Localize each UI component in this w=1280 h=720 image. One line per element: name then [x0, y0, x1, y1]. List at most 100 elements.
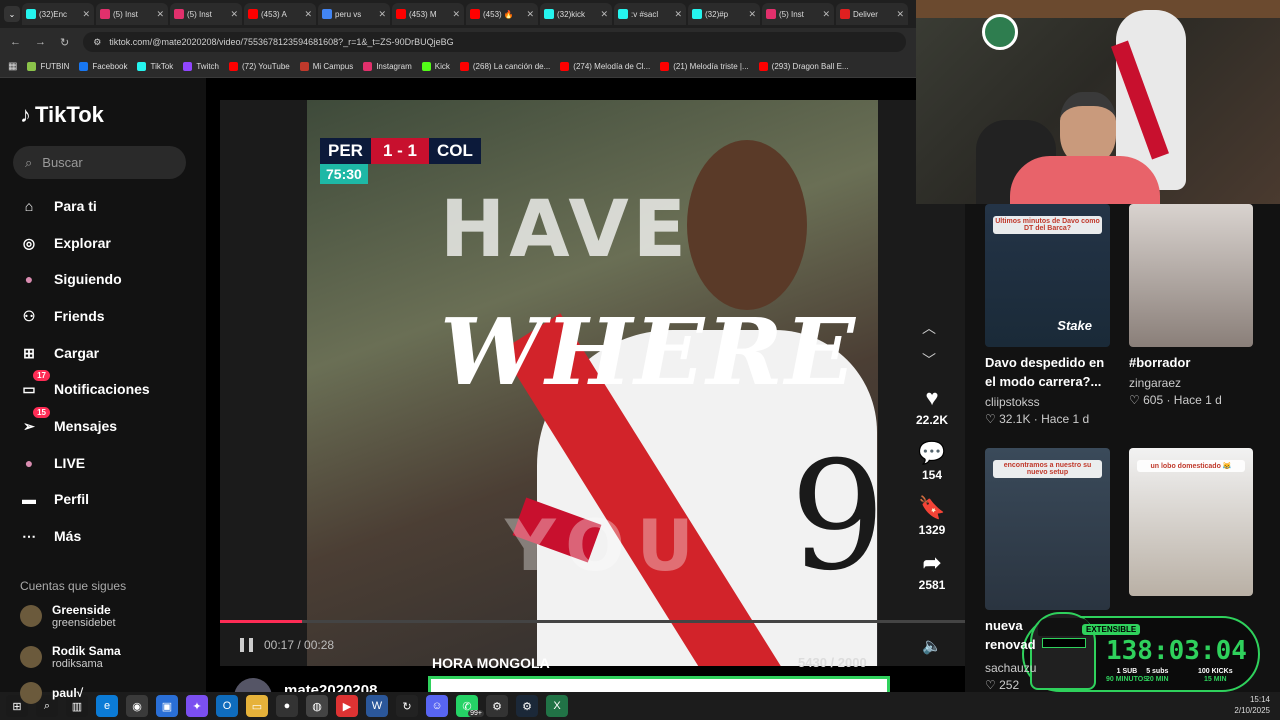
browser-tab[interactable]: peru vs ✕: [318, 3, 390, 25]
whatsapp-icon[interactable]: ✆ 99+: [456, 695, 484, 717]
rate-bottom: 15 MIN: [1204, 676, 1227, 683]
video-progress-bar[interactable]: [220, 620, 965, 623]
search-input[interactable]: ⌕ Buscar: [13, 146, 186, 179]
sidebar-item-live[interactable]: ● LIVE: [18, 452, 85, 474]
card-user[interactable]: zingaraez: [1129, 376, 1181, 390]
sidebar-item-label: Explorar: [54, 235, 111, 251]
browser-tab[interactable]: (32)kick ✕: [540, 3, 612, 25]
browser-tab[interactable]: Deliver ✕: [836, 3, 908, 25]
bookmark-item[interactable]: (72) YouTube: [228, 62, 290, 71]
close-tab-icon[interactable]: ✕: [82, 9, 90, 20]
sidebar-item-explorar[interactable]: ◎ Explorar: [18, 232, 111, 254]
bookmark-item[interactable]: (293) Dragon Ball E...: [758, 62, 849, 71]
close-tab-icon[interactable]: ✕: [230, 9, 238, 20]
app-icon[interactable]: ☺: [426, 695, 448, 717]
video-word-1: HAVE: [440, 185, 690, 275]
action-share[interactable]: ➦ 2581: [908, 550, 956, 592]
copilot-icon[interactable]: ✦: [186, 695, 208, 717]
app-icon[interactable]: ●: [276, 695, 298, 717]
bookmark-item[interactable]: Kick: [421, 62, 450, 71]
app-icon[interactable]: ⚙: [486, 695, 508, 717]
card-title[interactable]: #borrador: [1129, 353, 1259, 372]
bookmark-label: Mi Campus: [312, 62, 354, 71]
volume-icon[interactable]: 🔈: [922, 636, 942, 656]
close-tab-icon[interactable]: ✕: [822, 9, 830, 20]
browser-tab[interactable]: (5) Inst ✕: [170, 3, 242, 25]
excel-icon[interactable]: X: [546, 695, 568, 717]
browser-tab[interactable]: (32)#p ✕: [688, 3, 760, 25]
chevron-up-icon[interactable]: ︿: [922, 318, 936, 338]
url-field[interactable]: ⚙ tiktok.com/@mate2020208/video/75536781…: [83, 32, 906, 52]
card-title[interactable]: Davo despedido en el modo carrera?...: [985, 353, 1115, 391]
browser-tab[interactable]: (5) Inst ✕: [96, 3, 168, 25]
sidebar-item-ms[interactable]: ⋯ Más: [18, 525, 81, 547]
edge-icon[interactable]: e: [96, 695, 118, 717]
video-thumbnail[interactable]: Ultimos minutos de Davo como DT del Barc…: [985, 204, 1110, 347]
video-thumbnail[interactable]: un lobo domesticado 😹: [1129, 448, 1253, 596]
video-thumbnail[interactable]: [1129, 204, 1253, 347]
sidebar-item-cargar[interactable]: ⊞ Cargar: [18, 342, 99, 364]
following-account[interactable]: paul√: [20, 682, 83, 704]
reload-icon[interactable]: ↻: [60, 36, 69, 49]
pause-icon[interactable]: [238, 637, 256, 653]
bookmark-item[interactable]: Instagram: [363, 62, 412, 71]
card-user[interactable]: sachauzu: [985, 661, 1036, 675]
tab-menu-icon[interactable]: ⌄: [4, 6, 20, 22]
sidebar-item-perfil[interactable]: ▬ Perfil: [18, 488, 89, 510]
close-tab-icon[interactable]: ✕: [896, 9, 904, 20]
chevron-down-icon[interactable]: ﹀: [922, 350, 936, 370]
card-user[interactable]: cliipstokss: [985, 395, 1040, 409]
back-icon[interactable]: ←: [10, 36, 21, 48]
bookmark-item[interactable]: FUTBIN: [27, 62, 69, 71]
bookmark-item[interactable]: (268) La canción de...: [459, 62, 550, 71]
browser-tab[interactable]: (32)Enc ✕: [22, 3, 94, 25]
site-info-icon[interactable]: ⚙: [93, 37, 101, 48]
bookmark-item[interactable]: (21) Melodía triste |...: [660, 62, 749, 71]
close-tab-icon[interactable]: ✕: [452, 9, 460, 20]
close-tab-icon[interactable]: ✕: [378, 9, 386, 20]
sidebar-item-parati[interactable]: ⌂ Para ti: [18, 195, 97, 217]
sidebar-item-notificaciones[interactable]: ▭ 17 Notificaciones: [18, 370, 150, 400]
app-icon[interactable]: ↻: [396, 695, 418, 717]
browser-tab[interactable]: (5) Inst ✕: [762, 3, 834, 25]
store-icon[interactable]: ▣: [156, 695, 178, 717]
bookmark-item[interactable]: Facebook: [79, 62, 127, 71]
browser-tab[interactable]: (453) 🔥 ✕: [466, 3, 538, 25]
close-tab-icon[interactable]: ✕: [304, 9, 312, 20]
word-icon[interactable]: W: [366, 695, 388, 717]
sidebar-item-friends[interactable]: ⚇ Friends: [18, 305, 105, 327]
bookmark-item[interactable]: Mi Campus: [299, 62, 354, 71]
forward-icon[interactable]: →: [35, 36, 46, 48]
app-icon[interactable]: ▶: [336, 695, 358, 717]
tiktok-logo[interactable]: ♪ TikTok: [20, 102, 104, 128]
sidebar-item-mensajes[interactable]: ➢ 15 Mensajes: [18, 407, 117, 437]
browser-tab[interactable]: (453) M ✕: [392, 3, 464, 25]
action-comment[interactable]: 💬 154: [908, 440, 956, 482]
bookmark-item[interactable]: (274) Melodía de Cl...: [560, 62, 650, 71]
browser-tab[interactable]: (453) A ✕: [244, 3, 316, 25]
app-icon[interactable]: ◍: [306, 695, 328, 717]
card-title[interactable]: nueva renovad: [985, 616, 1036, 654]
action-heart[interactable]: ♥ 22.2K: [908, 385, 956, 427]
steam-icon[interactable]: ⚙: [516, 695, 538, 717]
file-explorer-icon[interactable]: ▭: [246, 695, 268, 717]
close-tab-icon[interactable]: ✕: [600, 9, 608, 20]
sidebar-item-label: Cargar: [54, 345, 100, 361]
live-icon: ●: [24, 455, 34, 471]
apps-icon[interactable]: ▦: [8, 61, 17, 72]
action-bookmark[interactable]: 🔖 1329: [908, 495, 956, 537]
match-clock: 75:30: [320, 164, 368, 184]
browser-tab[interactable]: :v #sacl ✕: [614, 3, 686, 25]
sidebar-item-siguiendo[interactable]: ● Siguiendo: [18, 268, 122, 290]
chrome-icon[interactable]: ◉: [126, 695, 148, 717]
close-tab-icon[interactable]: ✕: [674, 9, 682, 20]
close-tab-icon[interactable]: ✕: [748, 9, 756, 20]
close-tab-icon[interactable]: ✕: [526, 9, 534, 20]
following-account[interactable]: Rodik Sama rodiksama: [20, 644, 121, 670]
bookmark-item[interactable]: TikTok: [137, 62, 173, 71]
video-thumbnail[interactable]: encontramos a nuestro su nuevo setup: [985, 448, 1110, 610]
close-tab-icon[interactable]: ✕: [156, 9, 164, 20]
outlook-icon[interactable]: O: [216, 695, 238, 717]
bookmark-item[interactable]: Twitch: [183, 62, 219, 71]
following-account[interactable]: Greenside greensidebet: [20, 603, 116, 629]
